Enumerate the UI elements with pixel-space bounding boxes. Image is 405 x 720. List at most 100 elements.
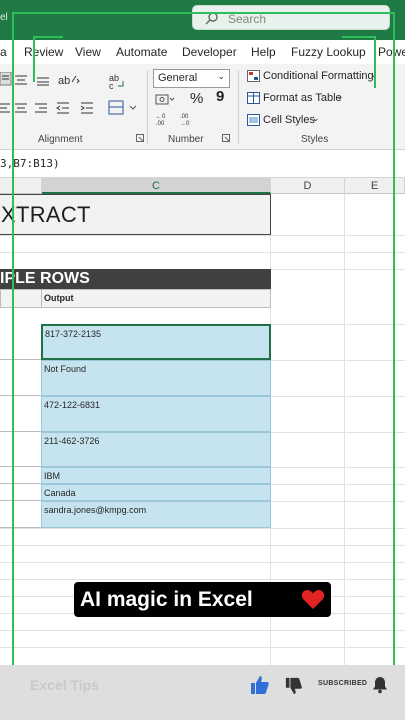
merge-center-icon[interactable]	[108, 100, 136, 116]
header-cell-b[interactable]	[0, 289, 42, 308]
search-icon	[205, 12, 218, 25]
number-group-label: Number	[168, 134, 204, 145]
tab-developer[interactable]: Developer	[182, 45, 237, 59]
output-cell[interactable]: 472-122-6831	[41, 396, 271, 432]
wrap-text-icon[interactable]: abc	[108, 72, 126, 90]
decrease-decimal-icon[interactable]: .00→0	[180, 112, 198, 126]
chevron-down-icon: ⌄	[312, 113, 320, 123]
accounting-format-icon[interactable]	[155, 93, 175, 107]
input-cell[interactable]	[0, 467, 42, 484]
output-value: Canada	[44, 488, 76, 498]
gridline	[344, 194, 345, 720]
formula-text: 3,B7:B13)	[0, 157, 60, 170]
svg-text:c: c	[109, 81, 114, 90]
conditional-formatting-button[interactable]: Conditional Formatting	[263, 70, 374, 82]
align-left-icon[interactable]	[0, 102, 10, 114]
align-center-icon[interactable]	[14, 102, 28, 114]
formula-bar[interactable]: 3,B7:B13)	[0, 150, 405, 178]
ribbon-tabs: a Review View Automate Developer Help Fu…	[0, 40, 405, 64]
align-right-icon[interactable]	[34, 102, 48, 114]
number-launcher-icon[interactable]	[222, 134, 230, 142]
chevron-down-icon: ⌄	[217, 71, 225, 81]
worksheet-grid[interactable]: C D E XTRACT IPLE ROWS Output 817-372-21…	[0, 178, 405, 720]
increase-indent-icon[interactable]	[80, 102, 94, 114]
gridline	[0, 562, 405, 563]
window-title: el	[0, 12, 8, 23]
input-cell[interactable]	[0, 396, 42, 432]
output-cell[interactable]: 211-462-3726	[41, 432, 271, 467]
svg-text:←0: ←0	[156, 114, 166, 120]
subscribed-button[interactable]: SUBSCRIBED	[318, 680, 367, 687]
increase-decimal-icon[interactable]: ←0.00	[156, 112, 174, 126]
chevron-down-icon: ⌄	[370, 69, 378, 79]
cell-styles-button[interactable]: Cell Styles	[263, 114, 315, 126]
output-value: sandra.jones@kmpg.com	[44, 505, 147, 515]
video-controls-bar: Excel Tips SUBSCRIBED	[0, 665, 405, 720]
gridline	[0, 545, 405, 546]
output-cell[interactable]: 817-372-2135	[41, 324, 271, 360]
tab-power[interactable]: Powe	[378, 45, 405, 59]
ribbon: ab ab c Alignment General ⌄ % 9 ←0.00 .00…	[0, 64, 405, 150]
tab-help[interactable]: Help	[251, 45, 276, 59]
percent-style-button[interactable]: %	[190, 90, 203, 107]
screen: { "window": { "title_fragment": "el" }, …	[0, 0, 405, 720]
format-as-table-button[interactable]: Format as Table	[263, 92, 342, 104]
section-banner[interactable]: IPLE ROWS	[0, 269, 271, 289]
output-header-label: Output	[44, 293, 74, 303]
number-format-value: General	[158, 72, 198, 84]
output-header-cell[interactable]: Output	[41, 289, 271, 308]
output-value: 817-372-2135	[45, 329, 102, 339]
input-cell[interactable]	[0, 324, 42, 360]
search-placeholder: Search	[228, 12, 267, 26]
thumbs-up-icon[interactable]	[250, 675, 270, 695]
svg-text:.00: .00	[156, 121, 165, 126]
output-value: 472-122-6831	[44, 400, 101, 410]
bell-icon[interactable]	[372, 676, 388, 694]
input-cell[interactable]	[0, 501, 42, 528]
tab-data[interactable]: a	[0, 45, 7, 59]
conditional-formatting-icon	[247, 70, 260, 82]
video-caption: AI magic in Excel	[74, 582, 331, 617]
tab-view[interactable]: View	[75, 45, 101, 59]
group-separator	[238, 70, 239, 144]
alignment-launcher-icon[interactable]	[136, 134, 144, 142]
chevron-down-icon: ⌄	[336, 91, 344, 101]
title-bar: el Search	[0, 0, 405, 40]
output-value: IBM	[44, 471, 61, 481]
align-top-icon[interactable]	[0, 72, 12, 86]
svg-text:.00: .00	[180, 114, 189, 120]
number-format-dropdown[interactable]: General ⌄	[153, 69, 230, 88]
output-cell[interactable]: IBM	[41, 467, 271, 484]
output-cell[interactable]: sandra.jones@kmpg.com	[41, 501, 271, 528]
tab-automate[interactable]: Automate	[116, 45, 167, 59]
search-input[interactable]: Search	[192, 5, 390, 30]
gridline	[0, 630, 405, 631]
output-value: 211-462-3726	[44, 436, 100, 446]
alignment-group-label: Alignment	[38, 134, 83, 145]
column-header-d[interactable]: D	[271, 178, 345, 194]
align-middle-icon[interactable]	[14, 74, 28, 86]
column-header-c[interactable]: C	[42, 178, 271, 194]
sheet-title-cell[interactable]: XTRACT	[0, 194, 271, 235]
input-cell[interactable]	[0, 484, 42, 501]
gridline	[0, 579, 405, 580]
decrease-indent-icon[interactable]	[56, 102, 70, 114]
output-cell[interactable]: Not Found	[41, 360, 271, 396]
red-heart-icon	[301, 589, 325, 609]
tab-fuzzy-lookup[interactable]: Fuzzy Lookup	[291, 45, 366, 59]
column-header-b[interactable]	[0, 178, 42, 194]
output-cell[interactable]: Canada	[41, 484, 271, 501]
input-cell[interactable]	[0, 432, 42, 467]
orientation-icon[interactable]: ab	[58, 72, 80, 88]
caption-text: AI magic in Excel	[80, 588, 253, 611]
svg-text:→0: →0	[180, 121, 190, 126]
thumbs-down-icon[interactable]	[285, 677, 303, 695]
comma-style-button[interactable]: 9	[216, 88, 224, 105]
output-value: Not Found	[44, 364, 87, 374]
tab-review[interactable]: Review	[24, 45, 63, 59]
input-cell[interactable]	[0, 360, 42, 396]
column-header-e[interactable]: E	[345, 178, 405, 194]
gridline	[0, 528, 405, 529]
group-separator	[147, 70, 148, 144]
align-bottom-icon[interactable]	[36, 74, 50, 86]
